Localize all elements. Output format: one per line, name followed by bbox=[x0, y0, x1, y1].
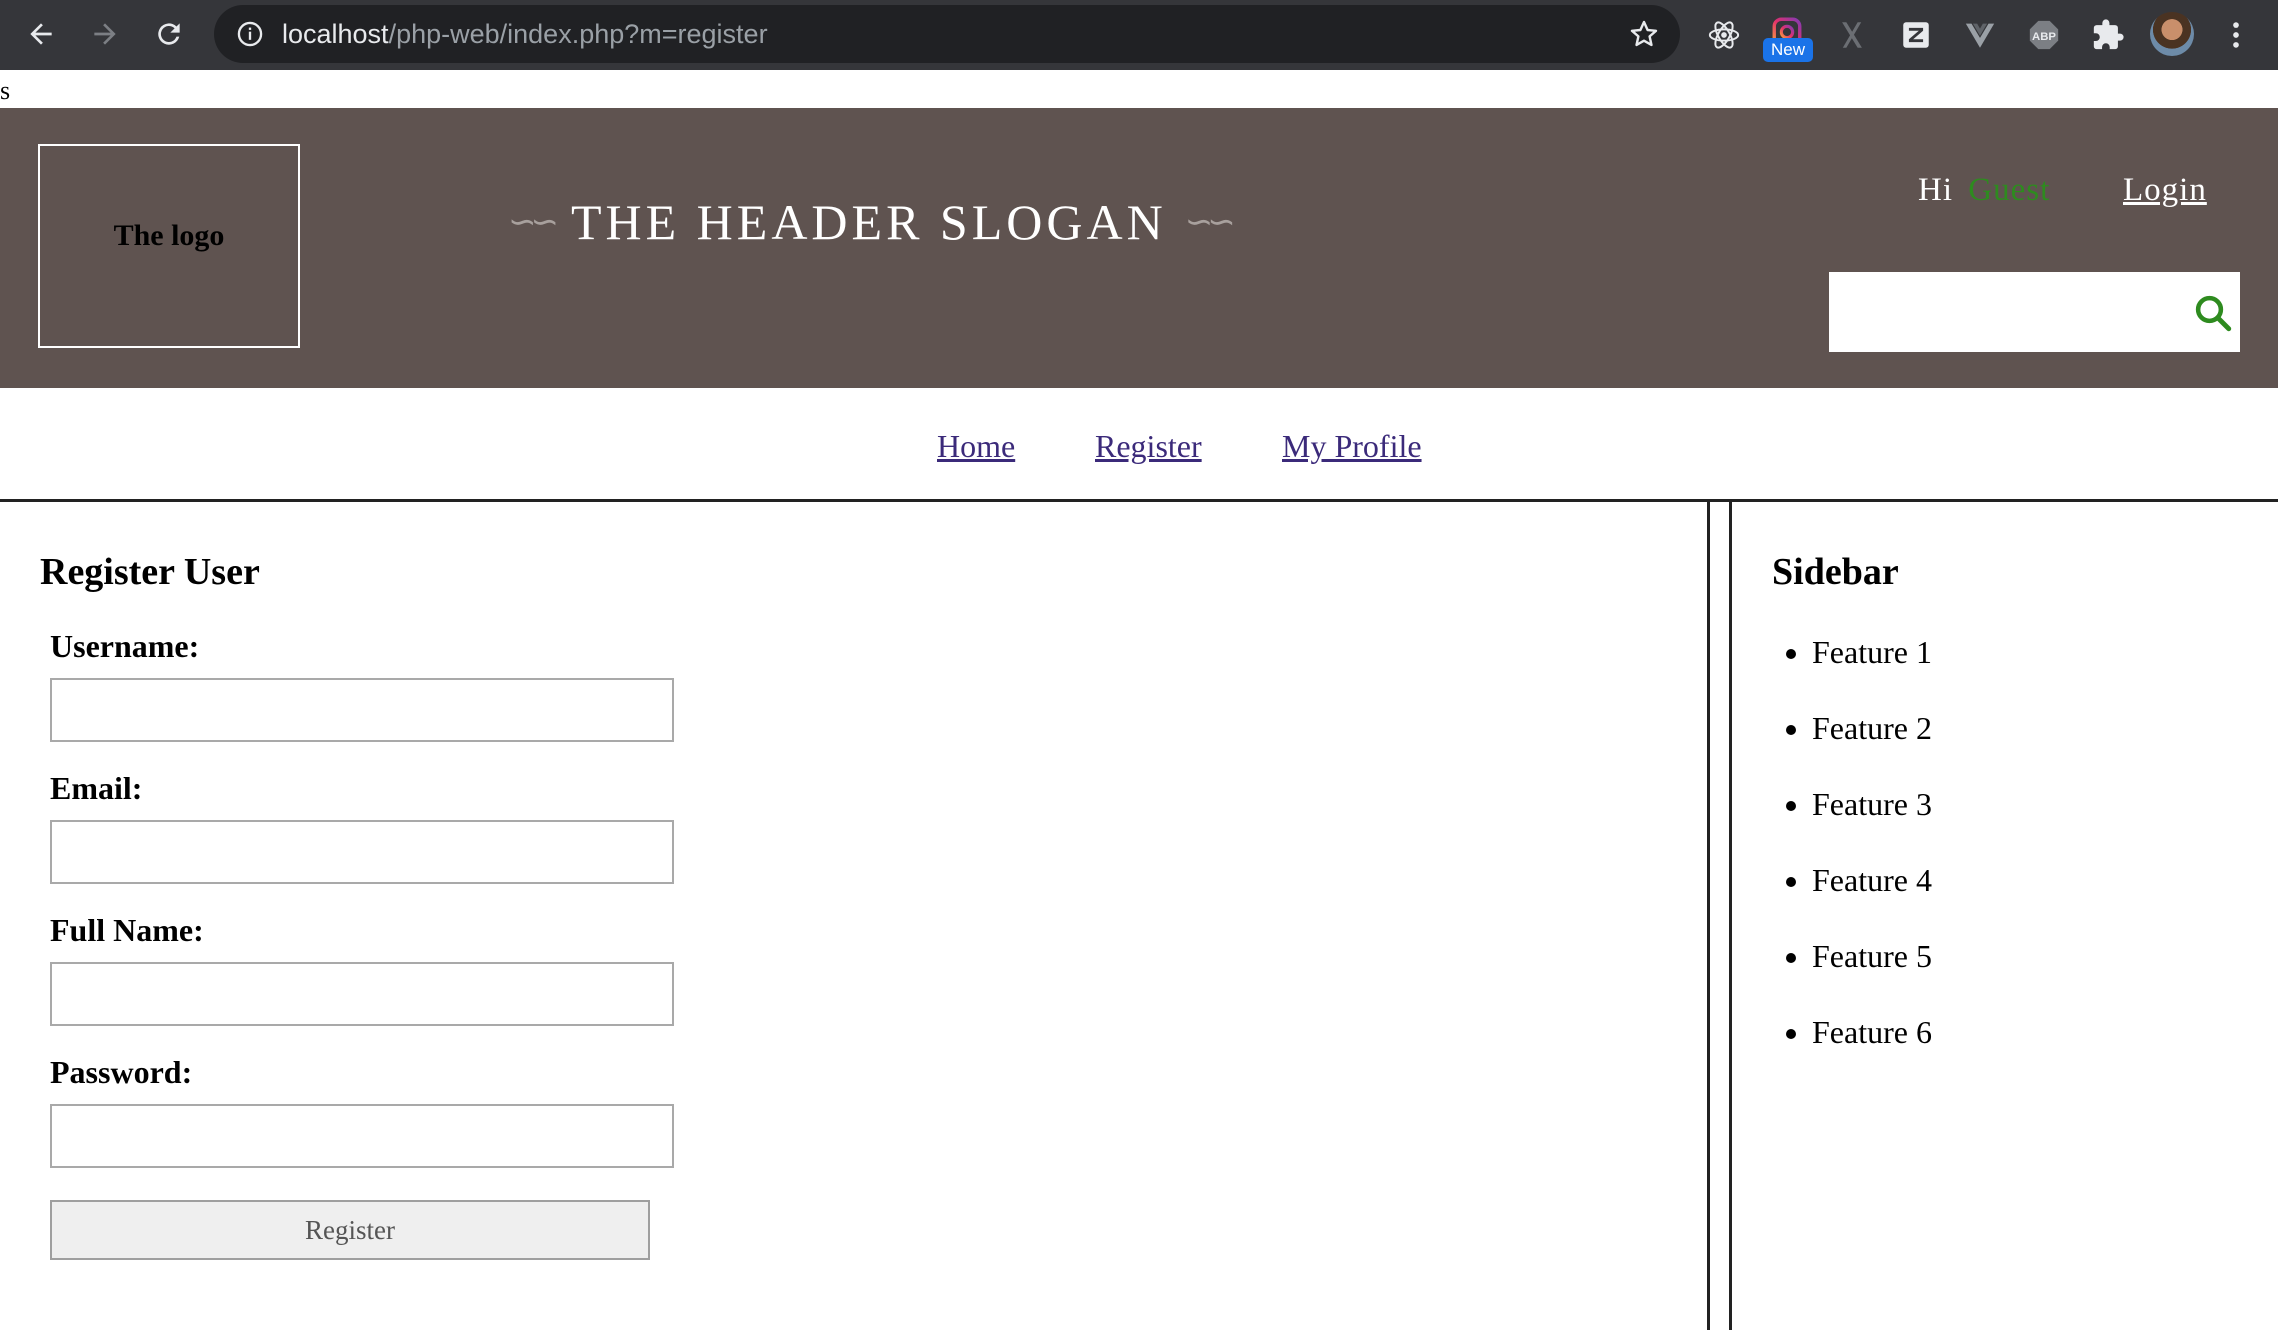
nav-home[interactable]: Home bbox=[937, 428, 1015, 465]
nav-my-profile[interactable]: My Profile bbox=[1282, 428, 1422, 465]
address-bar[interactable]: localhost/php-web/index.php?m=register bbox=[214, 5, 1680, 63]
react-devtools-icon[interactable] bbox=[1704, 15, 1744, 55]
user-greeting: Hi Guest bbox=[1918, 172, 2050, 209]
adblock-icon[interactable]: ABP bbox=[2024, 15, 2064, 55]
sidebar: Sidebar Feature 1 Feature 2 Feature 3 Fe… bbox=[1729, 502, 2278, 1330]
slogan-text: THE HEADER SLOGAN bbox=[570, 194, 1167, 250]
login-link[interactable]: Login bbox=[2123, 172, 2207, 209]
star-icon[interactable] bbox=[1628, 18, 1660, 50]
username-input[interactable] bbox=[50, 678, 674, 742]
guest-name: Guest bbox=[1968, 172, 2051, 208]
list-item: Feature 6 bbox=[1812, 1012, 1932, 1088]
list-item: Feature 4 bbox=[1812, 860, 1932, 936]
back-icon[interactable] bbox=[20, 13, 62, 55]
main-content: Register User Username: Email: Full Name… bbox=[0, 502, 1710, 1330]
slogan-ornament-left: ∽∽ bbox=[508, 204, 559, 241]
svg-text:ABP: ABP bbox=[2032, 31, 2056, 43]
main-nav: Home Register My Profile bbox=[0, 388, 2278, 502]
slogan-ornament-right: ∽∽ bbox=[1184, 204, 1236, 241]
search-input[interactable] bbox=[1829, 272, 2169, 352]
list-item: Feature 3 bbox=[1812, 784, 1932, 860]
avatar[interactable] bbox=[2150, 12, 2194, 56]
search-icon[interactable] bbox=[2192, 292, 2234, 334]
site-header: The logo ∽∽ THE HEADER SLOGAN ∽∽ Hi Gues… bbox=[0, 108, 2278, 388]
password-input[interactable] bbox=[50, 1104, 674, 1168]
extensions-icon[interactable] bbox=[2088, 15, 2128, 55]
list-item: Feature 5 bbox=[1812, 936, 1932, 1012]
menu-icon[interactable] bbox=[2216, 15, 2256, 55]
search-box bbox=[1829, 272, 2240, 352]
nav-register[interactable]: Register bbox=[1095, 428, 1202, 465]
header-slogan: ∽∽ THE HEADER SLOGAN ∽∽ bbox=[490, 192, 1248, 252]
url-text: localhost/php-web/index.php?m=register bbox=[282, 19, 768, 49]
info-icon[interactable] bbox=[236, 20, 264, 48]
full-name-input[interactable] bbox=[50, 962, 674, 1026]
browser-toolbar: localhost/php-web/index.php?m=register N… bbox=[0, 0, 2278, 70]
stray-text: s bbox=[0, 76, 11, 105]
password-label: Password: bbox=[50, 1054, 193, 1090]
sidebar-title: Sidebar bbox=[1772, 551, 1899, 593]
reload-icon[interactable] bbox=[148, 13, 190, 55]
zotero-icon[interactable] bbox=[1896, 15, 1936, 55]
list-item: Feature 2 bbox=[1812, 708, 1932, 784]
email-input[interactable] bbox=[50, 820, 674, 884]
form-title: Register User bbox=[40, 551, 260, 593]
forward-icon[interactable] bbox=[84, 13, 126, 55]
logo[interactable]: The logo bbox=[38, 144, 300, 348]
username-label: Username: bbox=[50, 628, 200, 664]
logo-text: The logo bbox=[113, 219, 225, 252]
list-item: Feature 1 bbox=[1812, 632, 1932, 708]
vue-icon[interactable] bbox=[1960, 15, 2000, 55]
greeting-text: Hi bbox=[1918, 172, 1953, 208]
register-button[interactable]: Register bbox=[50, 1200, 650, 1260]
new-badge: New bbox=[1763, 38, 1813, 62]
x-icon[interactable] bbox=[1832, 15, 1872, 55]
feature-list: Feature 1 Feature 2 Feature 3 Feature 4 … bbox=[1782, 632, 1932, 1088]
full-name-label: Full Name: bbox=[50, 912, 204, 948]
email-label: Email: bbox=[50, 770, 143, 806]
